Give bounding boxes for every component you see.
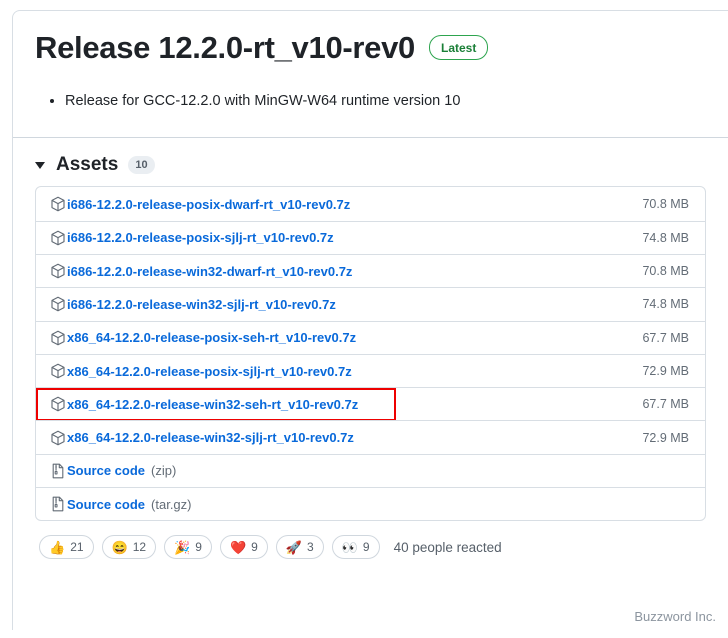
triangle-down-icon[interactable]	[35, 161, 45, 169]
rocket-icon: 🚀	[285, 539, 303, 555]
asset-name-cell: x86_64-12.2.0-release-win32-sjlj-rt_v10-…	[50, 430, 642, 446]
reaction-count: 21	[70, 540, 84, 555]
release-notes: Release for GCC-12.2.0 with MinGW-W64 ru…	[13, 90, 728, 113]
table-row[interactable]: i686-12.2.0-release-posix-dwarf-rt_v10-r…	[36, 187, 705, 220]
asset-size-cell: 74.8 MB	[642, 297, 689, 312]
title-row: Release 12.2.0-rt_v10-rev0 Latest	[35, 29, 704, 66]
release-note-item: Release for GCC-12.2.0 with MinGW-W64 ru…	[65, 90, 704, 113]
asset-download-link[interactable]: x86_64-12.2.0-release-win32-seh-rt_v10-r…	[67, 397, 358, 412]
asset-format-label: (tar.gz)	[151, 496, 192, 512]
reaction-rocket-button[interactable]: 🚀 3	[275, 535, 324, 560]
asset-name-cell: x86_64-12.2.0-release-win32-seh-rt_v10-r…	[50, 396, 642, 412]
asset-download-link[interactable]: i686-12.2.0-release-posix-sjlj-rt_v10-re…	[67, 230, 334, 245]
assets-heading[interactable]: Assets 10	[35, 154, 706, 176]
file-zip-icon	[50, 463, 66, 479]
reaction-count: 9	[195, 540, 202, 555]
asset-size-cell: 70.8 MB	[642, 264, 689, 279]
table-row[interactable]: Source code (tar.gz)	[36, 487, 705, 520]
reaction-heart-button[interactable]: ❤️ 9	[219, 535, 268, 560]
asset-size-cell: 70.8 MB	[642, 197, 689, 212]
thumbs-up-icon: 👍	[49, 539, 66, 555]
asset-name-cell: i686-12.2.0-release-win32-sjlj-rt_v10-re…	[50, 296, 642, 312]
reactions-row: 👍 21 😄 12 🎉 9 ❤️ 9 🚀 3 👀 9 40 people reacted	[13, 521, 728, 560]
reaction-tada-button[interactable]: 🎉 9	[164, 535, 212, 560]
asset-size-cell: 67.7 MB	[642, 397, 689, 412]
package-icon	[50, 396, 66, 412]
table-row[interactable]: i686-12.2.0-release-win32-dwarf-rt_v10-r…	[36, 253, 705, 287]
table-row[interactable]: Source code (zip)	[36, 453, 705, 487]
assets-count-badge: 10	[128, 156, 155, 175]
watermark: Buzzword Inc.	[634, 609, 716, 624]
asset-size-cell: 74.8 MB	[642, 230, 689, 245]
assets-table: i686-12.2.0-release-posix-dwarf-rt_v10-r…	[35, 186, 706, 522]
package-icon	[50, 230, 66, 246]
asset-size-cell: 72.9 MB	[642, 364, 689, 378]
asset-download-link[interactable]: i686-12.2.0-release-posix-dwarf-rt_v10-r…	[67, 197, 350, 212]
tada-icon: 🎉	[174, 539, 191, 555]
asset-name-cell: i686-12.2.0-release-posix-dwarf-rt_v10-r…	[50, 196, 642, 212]
table-row[interactable]: x86_64-12.2.0-release-posix-sjlj-rt_v10-…	[36, 353, 705, 387]
release-card: Release 12.2.0-rt_v10-rev0 Latest Releas…	[12, 10, 728, 630]
heart-icon: ❤️	[229, 539, 247, 555]
asset-download-link[interactable]: x86_64-12.2.0-release-win32-sjlj-rt_v10-…	[67, 430, 354, 445]
package-icon	[50, 430, 66, 446]
reaction-smile-button[interactable]: 😄 12	[101, 535, 157, 560]
table-row[interactable]: i686-12.2.0-release-posix-sjlj-rt_v10-re…	[36, 220, 705, 254]
assets-title: Assets	[56, 154, 119, 176]
table-row[interactable]: i686-12.2.0-release-win32-sjlj-rt_v10-re…	[36, 287, 705, 320]
latest-badge: Latest	[429, 35, 489, 61]
reaction-count: 9	[362, 540, 370, 555]
package-icon	[50, 330, 66, 346]
package-icon	[50, 363, 66, 379]
asset-name-cell: i686-12.2.0-release-win32-dwarf-rt_v10-r…	[50, 263, 642, 279]
reaction-eyes-button[interactable]: 👀 9	[331, 535, 380, 560]
asset-name-cell: Source code (tar.gz)	[50, 496, 689, 512]
reaction-count: 3	[307, 540, 314, 555]
asset-download-link[interactable]: Source code	[67, 497, 145, 512]
asset-download-link[interactable]: x86_64-12.2.0-release-posix-sjlj-rt_v10-…	[67, 364, 352, 379]
asset-name-cell: i686-12.2.0-release-posix-sjlj-rt_v10-re…	[50, 230, 642, 246]
asset-download-link[interactable]: x86_64-12.2.0-release-posix-seh-rt_v10-r…	[67, 330, 356, 345]
reaction-count: 12	[132, 540, 147, 555]
package-icon	[50, 263, 66, 279]
reaction-count: 9	[251, 540, 258, 555]
asset-size-cell: 72.9 MB	[642, 430, 689, 445]
smile-icon: 😄	[111, 539, 128, 555]
table-row[interactable]: x86_64-12.2.0-release-win32-seh-rt_v10-r…	[36, 387, 705, 422]
reactions-summary: 40 people reacted	[393, 539, 502, 555]
page-title: Release 12.2.0-rt_v10-rev0	[35, 30, 415, 65]
asset-download-link[interactable]: Source code	[67, 463, 145, 478]
package-icon	[50, 296, 66, 312]
asset-size-cell: 67.7 MB	[642, 330, 689, 345]
asset-format-label: (zip)	[151, 463, 177, 479]
reaction-thumbs-up-button[interactable]: 👍 21	[39, 535, 94, 560]
release-notes-list: Release for GCC-12.2.0 with MinGW-W64 ru…	[35, 90, 704, 113]
asset-download-link[interactable]: i686-12.2.0-release-win32-dwarf-rt_v10-r…	[67, 264, 352, 279]
table-row[interactable]: x86_64-12.2.0-release-posix-seh-rt_v10-r…	[36, 320, 705, 354]
table-row[interactable]: x86_64-12.2.0-release-win32-sjlj-rt_v10-…	[36, 420, 705, 453]
file-zip-icon	[50, 496, 66, 512]
asset-name-cell: x86_64-12.2.0-release-posix-sjlj-rt_v10-…	[50, 363, 642, 379]
release-header: Release 12.2.0-rt_v10-rev0 Latest	[13, 11, 728, 66]
eyes-icon: 👀	[341, 539, 358, 555]
asset-name-cell: x86_64-12.2.0-release-posix-seh-rt_v10-r…	[50, 330, 642, 346]
asset-name-cell: Source code (zip)	[50, 463, 689, 479]
package-icon	[50, 196, 66, 212]
assets-section: Assets 10 i686-12.2.0-release-posix-dwar…	[13, 138, 728, 522]
asset-download-link[interactable]: i686-12.2.0-release-win32-sjlj-rt_v10-re…	[67, 297, 336, 312]
